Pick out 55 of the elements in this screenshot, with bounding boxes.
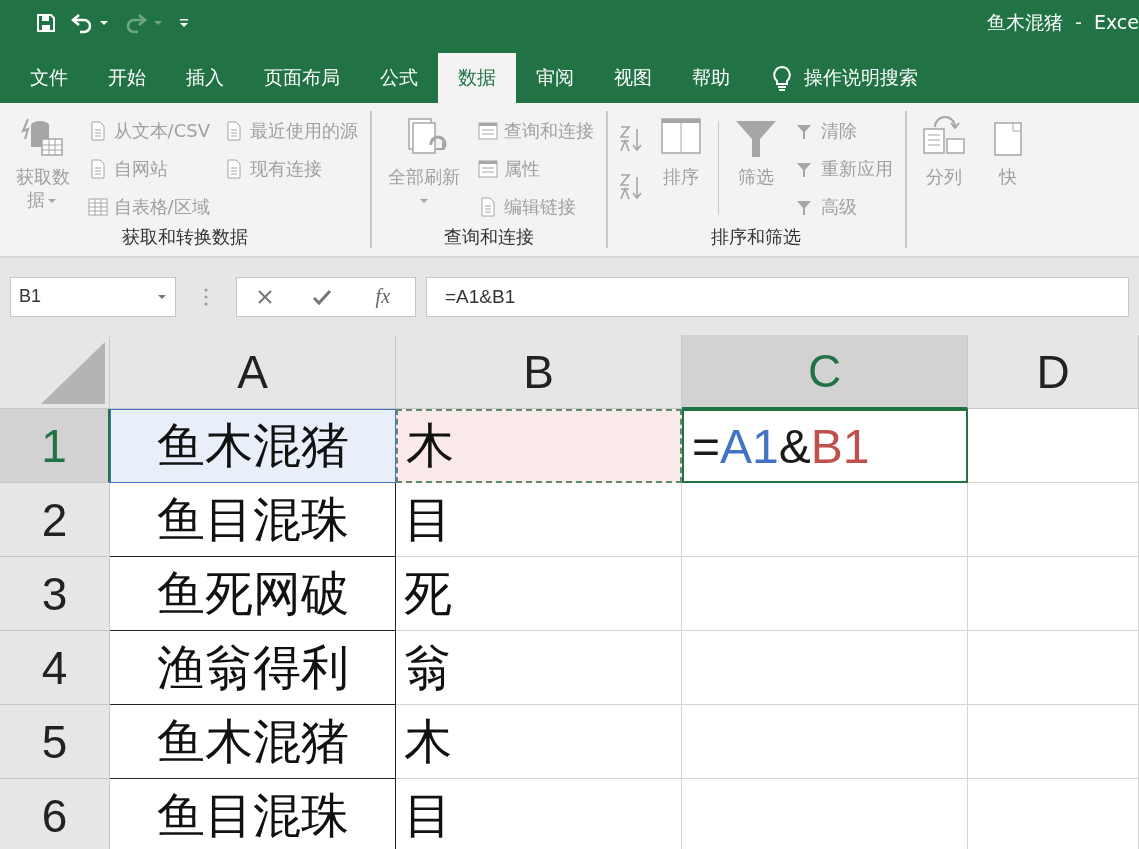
table-cell: 目 — [396, 483, 682, 557]
column-header[interactable]: C — [682, 335, 968, 409]
active-cell[interactable]: =A1&B1 — [682, 409, 968, 483]
row-header[interactable]: 4 — [0, 631, 110, 705]
row-header[interactable]: 1 — [0, 409, 110, 483]
table-cell: 翁 — [396, 631, 682, 705]
formula-part: = — [692, 418, 721, 474]
window-title: 鱼木混猪 - Exce — [986, 9, 1139, 35]
table-cell: 目 — [396, 779, 682, 849]
ribbon-tab[interactable]: 页面布局 — [244, 53, 360, 103]
formula-part: B1 — [810, 418, 870, 474]
customize-icon[interactable] — [178, 16, 190, 29]
checkmark-icon[interactable] — [311, 287, 332, 306]
row-header[interactable]: 2 — [0, 483, 110, 557]
insert-function-button[interactable]: fx — [369, 284, 397, 309]
table-cell: 鱼木混猪 — [110, 409, 396, 483]
ribbon-tab[interactable]: 文件 — [10, 53, 88, 103]
table-cell: 鱼目混珠 — [110, 779, 396, 849]
row-header[interactable]: 5 — [0, 705, 110, 779]
tell-me-search[interactable]: 操作说明搜索 — [804, 65, 918, 91]
formula-field[interactable]: =A1&B1 — [426, 276, 1129, 317]
formula-part: & — [778, 418, 811, 474]
cancel-icon[interactable] — [255, 287, 274, 306]
list-window-icon — [477, 159, 498, 179]
table-cell: 渔翁得利 — [110, 631, 396, 705]
formula-part: A1 — [720, 418, 779, 474]
lightbulb-icon — [772, 65, 792, 91]
table-cell: 死 — [396, 557, 682, 631]
name-box[interactable]: B1 — [10, 276, 176, 317]
ribbon-tab[interactable]: 开始 — [88, 53, 166, 103]
group-label: 排序和筛选 — [710, 225, 803, 249]
table-cell: 鱼木混猪 — [110, 705, 396, 779]
row-header[interactable]: 6 — [0, 779, 110, 849]
column-header[interactable]: A — [110, 335, 396, 409]
row-header[interactable]: 3 — [0, 557, 110, 631]
ribbon-tab[interactable]: 插入 — [166, 53, 244, 103]
table-cell: 鱼目混珠 — [110, 483, 396, 557]
table-icon — [87, 197, 108, 217]
column-header[interactable]: D — [968, 335, 1139, 409]
save-icon[interactable] — [36, 12, 56, 33]
ribbon-tab[interactable]: 公式 — [360, 53, 438, 103]
ribbon-tab[interactable]: 审阅 — [516, 53, 594, 103]
drag-handle-icon[interactable] — [204, 287, 208, 306]
ribbon-tab[interactable]: 数据 — [438, 53, 516, 103]
table-cell: 木 — [396, 705, 682, 779]
group-label: 获取和转换数据 — [121, 225, 249, 249]
ribbon-tab[interactable]: 视图 — [594, 53, 672, 103]
table-cell: 木 — [396, 409, 682, 483]
caret-icon — [157, 293, 167, 300]
ribbon-tab[interactable]: 帮助 — [672, 53, 750, 103]
table-cell: 鱼死网破 — [110, 557, 396, 631]
group-label: 查询和连接 — [442, 225, 535, 249]
list-window-icon — [477, 121, 498, 141]
undo-icon[interactable] — [70, 11, 110, 34]
column-header[interactable]: B — [396, 335, 682, 409]
